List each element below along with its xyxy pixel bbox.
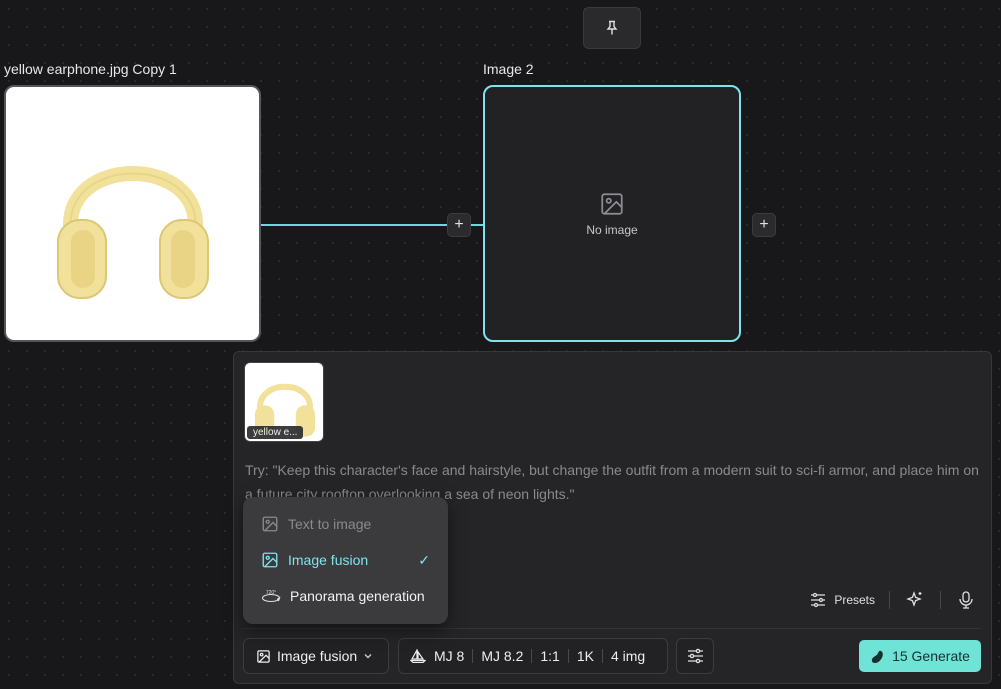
attachment-thumbnail[interactable]: yellow e... [244,362,324,442]
menu-item-label: Text to image [288,516,372,532]
node1-image-card[interactable] [4,85,261,342]
panorama-720-icon: 720° [261,590,281,603]
aspect-ratio[interactable]: 1:1 [540,648,559,664]
image-icon [262,516,278,532]
sailboat-icon [410,649,426,663]
mode-select-button[interactable]: Image fusion [243,638,389,674]
add-output-button[interactable]: + [752,213,776,237]
pin-icon [606,20,618,35]
tool-divider [940,591,941,609]
mode-label: Image fusion [277,648,358,664]
menu-item-text-to-image[interactable]: Text to image [243,506,448,542]
segment-divider [531,649,533,663]
yellow-headphones-image [56,165,209,299]
presets-button[interactable]: Presets [810,592,875,608]
image-icon [262,552,278,568]
menu-item-label: Image fusion [288,552,369,568]
menu-item-label: Panorama generation [290,588,425,604]
menu-item-image-fusion[interactable]: Image fusion ✓ [243,542,448,578]
attachment-label: yellow e... [247,426,304,439]
sparkle-icon [906,591,922,607]
model-a[interactable]: MJ 8 [434,648,464,664]
node2-image-card[interactable]: No image [483,85,741,342]
model-b[interactable]: MJ 8.2 [481,648,523,664]
svg-text:720°: 720° [266,590,276,596]
checkmark-icon: ✓ [418,551,430,568]
image-count[interactable]: 4 img [611,648,645,664]
no-image-text: No image [586,222,638,237]
mode-dropdown-menu: Text to image Image fusion ✓ 720° Panora… [243,497,448,624]
credit-bean-icon [871,650,883,663]
chevron-down-icon [364,654,372,659]
menu-item-panorama-generation[interactable]: 720° Panorama generation [243,578,448,614]
microphone-icon [959,591,973,609]
generate-label: 15 Generate [892,648,970,664]
resolution[interactable]: 1K [577,648,594,664]
presets-icon [811,592,826,608]
presets-label: Presets [834,593,875,607]
voice-input-button[interactable] [955,589,977,611]
tool-divider [889,591,890,609]
bottom-divider [243,628,981,629]
segment-divider [472,649,474,663]
pin-button[interactable] [583,7,641,49]
advanced-settings-button[interactable] [676,638,714,674]
image-placeholder-icon [601,192,623,215]
segment-divider [567,649,569,663]
node2-title: Image 2 [483,61,534,77]
image-icon [257,649,270,663]
generate-button[interactable]: 15 Generate [859,640,981,672]
add-input-button[interactable]: + [447,213,471,237]
sliders-icon [687,648,703,664]
magic-enhance-button[interactable] [904,589,926,611]
model-settings-group[interactable]: MJ 8 MJ 8.2 1:1 1K 4 img [398,638,668,674]
segment-divider [601,649,603,663]
node1-title: yellow earphone.jpg Copy 1 [4,61,177,77]
